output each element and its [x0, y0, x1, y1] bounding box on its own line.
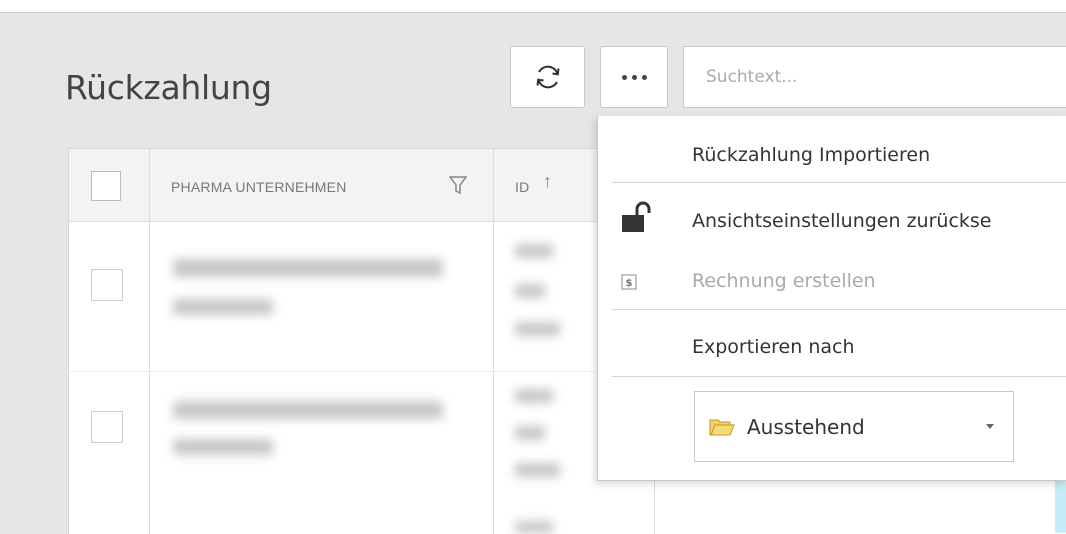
- chevron-down-icon: [986, 424, 994, 429]
- blurred-cell: [515, 284, 545, 298]
- blurred-cell: [515, 521, 553, 533]
- menu-item-reset-view-settings[interactable]: Ansichtseinstellungen zurückse: [692, 210, 991, 232]
- top-bar: [0, 0, 1066, 13]
- page-title: Rückzahlung: [65, 68, 272, 107]
- more-options-button[interactable]: [600, 46, 668, 108]
- blurred-cell: [173, 439, 273, 455]
- folder-open-icon: [709, 419, 735, 436]
- refresh-button[interactable]: [510, 46, 585, 108]
- refresh-icon: [536, 65, 559, 89]
- blurred-cell: [515, 322, 560, 336]
- column-header-pharma-unternehmen[interactable]: PHARMA UNTERNEHMEN: [171, 179, 347, 195]
- row-checkbox[interactable]: [91, 269, 123, 301]
- status-filter-value: Ausstehend: [747, 415, 865, 439]
- blurred-cell: [173, 259, 443, 277]
- blurred-cell: [515, 244, 553, 258]
- options-dropdown-menu: Rückzahlung Importieren Ansichtseinstell…: [597, 116, 1066, 481]
- search-input[interactable]: [683, 46, 1066, 108]
- blurred-cell: [173, 401, 443, 419]
- menu-item-create-invoice: Rechnung erstellen: [692, 270, 876, 292]
- ellipsis-icon: [621, 74, 647, 80]
- menu-item-import[interactable]: Rückzahlung Importieren: [692, 144, 930, 166]
- svg-text:$: $: [626, 278, 633, 289]
- blurred-cell: [173, 299, 273, 315]
- select-all-checkbox[interactable]: [91, 171, 121, 201]
- blurred-cell: [515, 463, 560, 477]
- blurred-cell: [515, 426, 545, 440]
- column-header-id[interactable]: ID: [515, 179, 529, 195]
- blurred-cell: [515, 389, 553, 403]
- menu-item-export[interactable]: Exportieren nach: [692, 336, 855, 358]
- row-checkbox[interactable]: [91, 411, 123, 443]
- invoice-icon: $: [621, 274, 637, 290]
- sort-ascending-icon[interactable]: ↑: [543, 171, 552, 192]
- filter-icon[interactable]: [449, 175, 467, 195]
- status-filter-dropdown[interactable]: Ausstehend: [694, 391, 1014, 462]
- unlock-icon: [622, 201, 651, 232]
